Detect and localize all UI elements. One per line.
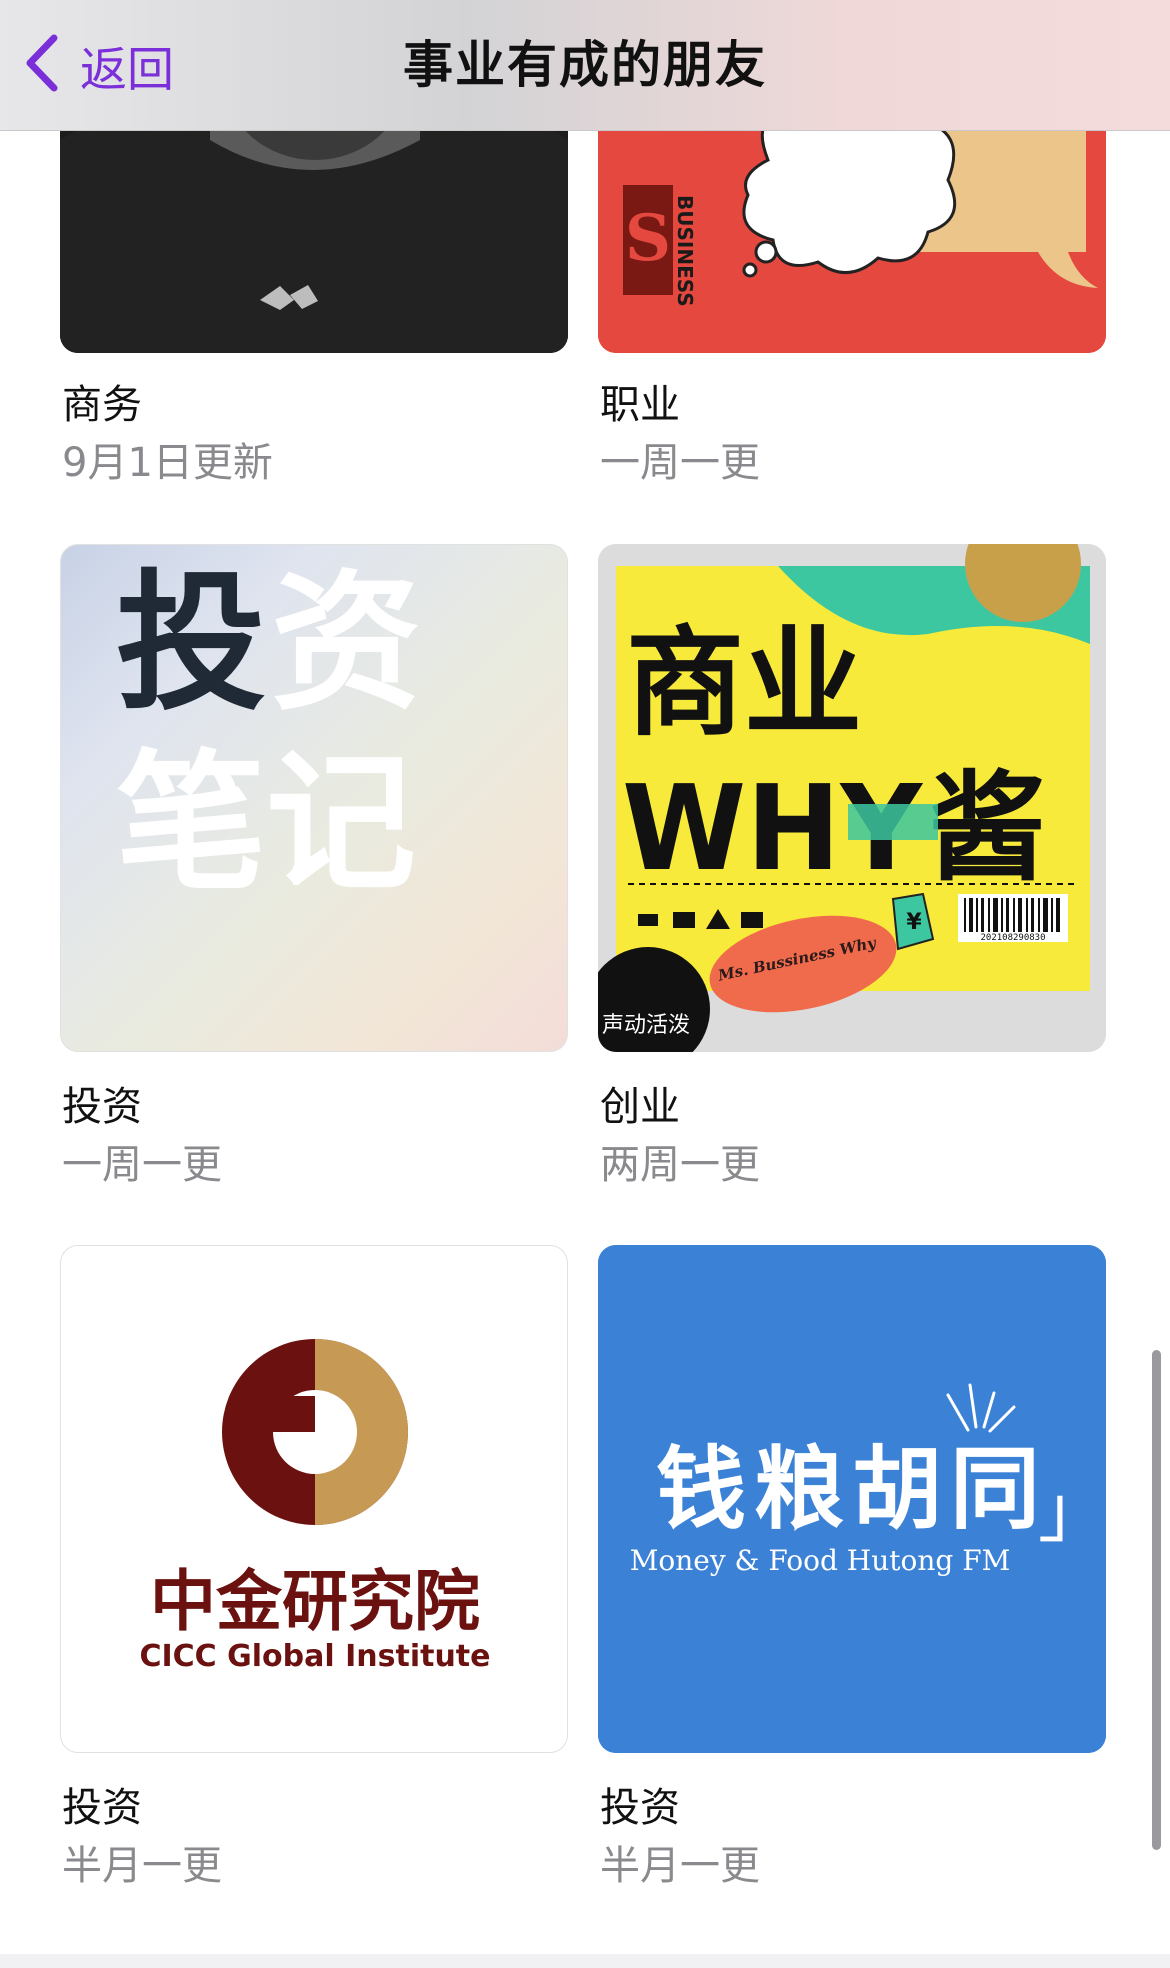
card-subtitle: 两周一更 [600, 1142, 760, 1188]
artwork-text-jiang: 酱 [928, 759, 1046, 897]
artwork-yen-badge: ¥ [906, 910, 922, 935]
card-title: 投资 [600, 1785, 680, 1831]
artwork-text-biji: 笔记 [116, 737, 416, 911]
cicc-chinese-name: 中金研究院 [150, 1563, 480, 1640]
artwork-text-tou: 投 [116, 557, 266, 731]
artwork-text-shangye: 商业 [626, 614, 862, 752]
card-title: 商务 [62, 382, 142, 428]
navigation-bar: 返回 事业有成的朋友 [0, 0, 1170, 131]
hutong-chinese-name: 钱粮胡同 [656, 1437, 1048, 1542]
page-title: 事业有成的朋友 [403, 36, 767, 94]
card-subtitle: 一周一更 [600, 440, 760, 486]
stanford-business-text: BUSINESS [673, 195, 697, 307]
bottom-edge [0, 1954, 1170, 1968]
card-title: 投资 [62, 1084, 142, 1130]
hutong-bracket-right: 」 [1038, 1470, 1106, 1552]
cicc-english-name: CICC Global Institute [139, 1639, 490, 1674]
podcast-artwork[interactable]: 商业 WHY 酱 ¥ 202108290830 Ms. Bussiness Wh… [598, 544, 1106, 1052]
podcast-artwork[interactable]: 「 钱粮胡同 」 Money & Food Hutong FM [598, 1245, 1106, 1753]
card-title: 职业 [600, 382, 680, 428]
card-title: 投资 [62, 1785, 142, 1831]
card-subtitle: 半月一更 [600, 1843, 760, 1889]
publisher-badge-text: 声动活泼 [602, 1013, 690, 1038]
podcast-artwork[interactable]: 中金研究院 CICC Global Institute [60, 1245, 568, 1753]
card-subtitle: 9月1日更新 [62, 440, 273, 486]
podcast-artwork[interactable]: 投 资 笔记 [60, 544, 568, 1052]
app-screen: 返回 事业有成的朋友 商务 9月1日更新 S BUSINESS 职业 一周一更 … [0, 0, 1170, 1968]
card-subtitle: 一周一更 [62, 1142, 222, 1188]
artwork-text-zi: 资 [271, 557, 421, 731]
card-title: 创业 [600, 1084, 680, 1130]
stanford-s-letter: S [625, 201, 671, 276]
card-subtitle: 半月一更 [62, 1843, 222, 1889]
hutong-english-name: Money & Food Hutong FM [630, 1544, 1011, 1577]
vertical-scrollbar[interactable] [1152, 1350, 1161, 1850]
barcode-number: 202108290830 [980, 933, 1045, 943]
